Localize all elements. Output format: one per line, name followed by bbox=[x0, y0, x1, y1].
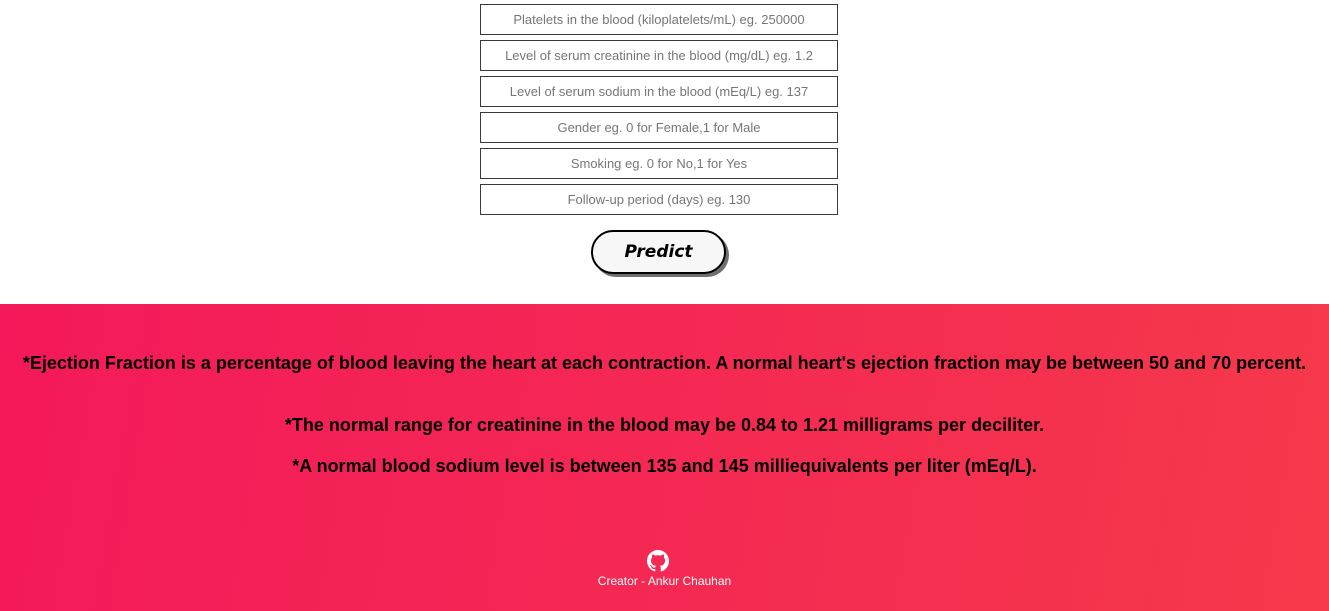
serum-sodium-input[interactable] bbox=[480, 76, 838, 107]
ejection-fraction-note: *Ejection Fraction is a percentage of bl… bbox=[22, 353, 1307, 373]
sodium-note: *A normal blood sodium level is between … bbox=[292, 456, 1037, 476]
platelets-input[interactable] bbox=[480, 4, 838, 35]
serum-creatinine-input[interactable] bbox=[480, 40, 838, 71]
prediction-form: Predict bbox=[0, 0, 1329, 304]
creator-credit: Creator - Ankur Chauhan bbox=[597, 574, 732, 588]
info-section: *Ejection Fraction is a percentage of bl… bbox=[0, 304, 1329, 611]
predict-button[interactable]: Predict bbox=[591, 230, 726, 274]
gender-input[interactable] bbox=[480, 112, 838, 143]
github-link[interactable] bbox=[647, 550, 669, 572]
smoking-input[interactable] bbox=[480, 148, 838, 179]
follow-up-period-input[interactable] bbox=[480, 184, 838, 215]
github-icon bbox=[647, 550, 669, 572]
creatinine-note: *The normal range for creatinine in the … bbox=[284, 415, 1045, 435]
